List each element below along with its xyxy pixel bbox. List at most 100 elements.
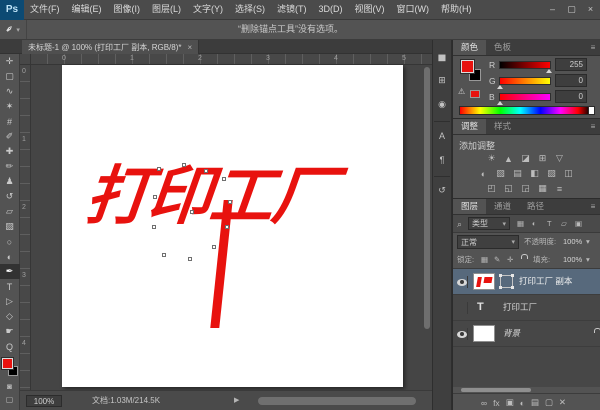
type-tool[interactable]: T xyxy=(0,279,20,294)
chevron-down-icon[interactable]: ▾ xyxy=(586,233,590,251)
filter-smart-object-icon[interactable]: ▣ xyxy=(575,215,582,233)
dodge-tool[interactable]: ◐ xyxy=(0,249,20,264)
path-anchor-point[interactable] xyxy=(228,200,232,204)
photo-filter-icon[interactable]: ◧ xyxy=(526,167,543,180)
layer-thumbnail[interactable] xyxy=(473,273,495,290)
path-anchor-point[interactable] xyxy=(153,195,157,199)
chevron-down-icon[interactable]: ▾ xyxy=(586,251,590,269)
hand-tool[interactable]: ☛ xyxy=(0,324,20,339)
menu-image[interactable]: 图像(I) xyxy=(108,0,147,19)
red-value-field[interactable]: 255 xyxy=(555,58,587,71)
tab-swatches[interactable]: 色板 xyxy=(486,40,519,55)
fill-value[interactable]: 100% xyxy=(563,251,582,269)
green-slider[interactable] xyxy=(499,77,551,85)
marquee-tool[interactable]: ▢ xyxy=(0,69,20,84)
filter-pixel-icon[interactable]: ▦ xyxy=(517,215,524,233)
blue-value-field[interactable]: 0 xyxy=(555,90,587,103)
selective-color-icon[interactable]: ≡ xyxy=(551,182,568,195)
tab-channels[interactable]: 通道 xyxy=(486,199,519,214)
menu-file[interactable]: 文件(F) xyxy=(24,0,66,19)
tab-layers[interactable]: 图层 xyxy=(453,199,486,214)
filter-kind-dropdown[interactable]: 类型 ▾ xyxy=(468,217,510,230)
tab-adjustments[interactable]: 调整 xyxy=(453,119,486,134)
layer-row-background[interactable]: 背景 xyxy=(453,321,600,347)
visibility-toggle[interactable] xyxy=(456,328,468,340)
levels-icon[interactable]: ▲ xyxy=(500,152,517,165)
foreground-color-swatch[interactable] xyxy=(461,60,474,73)
delete-layer-button[interactable]: ✕ xyxy=(559,397,566,408)
curves-icon[interactable]: ◪ xyxy=(517,152,534,165)
path-anchor-point[interactable] xyxy=(225,225,229,229)
layer-row-text[interactable]: T 打印工厂 xyxy=(453,295,600,321)
path-anchor-point[interactable] xyxy=(152,225,156,229)
eraser-tool[interactable]: ▱ xyxy=(0,204,20,219)
visibility-toggle[interactable] xyxy=(456,302,468,314)
filter-type-icon[interactable]: T xyxy=(547,215,552,233)
path-anchor-point[interactable] xyxy=(212,245,216,249)
crop-tool[interactable]: # xyxy=(0,114,20,129)
color-balance-icon[interactable]: ▧ xyxy=(492,167,509,180)
path-anchor-point[interactable] xyxy=(190,210,194,214)
panel-menu-icon[interactable]: ≡ xyxy=(585,199,600,214)
quick-selection-tool[interactable]: ✶ xyxy=(0,99,20,114)
menu-view[interactable]: 视图(V) xyxy=(349,0,391,19)
visibility-toggle[interactable] xyxy=(456,276,468,288)
minimize-button[interactable]: – xyxy=(543,0,562,19)
filter-shape-icon[interactable]: ▱ xyxy=(561,215,567,233)
blue-slider-handle[interactable] xyxy=(497,101,503,105)
red-slider-handle[interactable] xyxy=(546,69,552,73)
menu-window[interactable]: 窗口(W) xyxy=(391,0,436,19)
horizontal-scrollbar[interactable] xyxy=(258,397,416,405)
zoom-tool[interactable]: Q xyxy=(0,339,20,354)
shape-tool[interactable]: ◇ xyxy=(0,309,20,324)
path-anchor-point[interactable] xyxy=(182,163,186,167)
threshold-icon[interactable]: ◲ xyxy=(517,182,534,195)
hue-saturation-icon[interactable]: ◐ xyxy=(475,167,492,180)
menu-select[interactable]: 选择(S) xyxy=(229,0,271,19)
quick-mask-button[interactable]: ◙ xyxy=(0,380,20,393)
canvas-page[interactable]: 打印工厂 xyxy=(62,65,403,387)
menu-layer[interactable]: 图层(L) xyxy=(146,0,187,19)
path-anchor-point[interactable] xyxy=(188,257,192,261)
path-anchor-point[interactable] xyxy=(222,177,226,181)
path-anchor-point[interactable] xyxy=(157,167,161,171)
filter-adjustment-icon[interactable]: ◐ xyxy=(532,215,537,233)
gradient-tool[interactable]: ▨ xyxy=(0,219,20,234)
layer-mask-button[interactable]: ▣ xyxy=(506,397,514,408)
path-selection-tool[interactable]: ▷ xyxy=(0,294,20,309)
path-anchor-point[interactable] xyxy=(204,169,208,173)
vertical-scrollbar[interactable] xyxy=(424,67,430,329)
layer-row-copy[interactable]: 打印工厂 副本 xyxy=(453,269,600,295)
close-button[interactable]: × xyxy=(581,0,600,19)
eyedropper-tool[interactable]: ✐ xyxy=(0,129,20,144)
menu-type[interactable]: 文字(Y) xyxy=(187,0,229,19)
green-value-field[interactable]: 0 xyxy=(555,74,587,87)
lock-transparency-icon[interactable]: ▦ xyxy=(481,251,488,269)
color-spectrum-ramp[interactable] xyxy=(459,106,595,115)
panel-menu-icon[interactable]: ≡ xyxy=(585,119,600,134)
exposure-icon[interactable]: ⊞ xyxy=(534,152,551,165)
character-panel-icon[interactable]: A xyxy=(433,125,451,146)
menu-3d[interactable]: 3D(D) xyxy=(313,0,349,19)
red-slider[interactable] xyxy=(499,61,551,69)
white-chip[interactable] xyxy=(588,106,595,115)
blur-tool[interactable]: ○ xyxy=(0,234,20,249)
history-brush-tool[interactable]: ↺ xyxy=(0,189,20,204)
move-tool[interactable]: ✛ xyxy=(0,54,20,69)
tab-styles[interactable]: 样式 xyxy=(486,119,519,134)
foreground-color-swatch[interactable] xyxy=(2,358,13,369)
zoom-level-field[interactable]: 100% xyxy=(26,395,62,407)
histogram-panel-icon[interactable]: ▅ xyxy=(433,46,451,67)
layer-thumbnail[interactable] xyxy=(473,325,495,342)
navigator-panel-icon[interactable]: ⊞ xyxy=(433,70,451,91)
clone-stamp-tool[interactable]: ♟ xyxy=(0,174,20,189)
lasso-tool[interactable]: ∿ xyxy=(0,84,20,99)
green-slider-handle[interactable] xyxy=(497,85,503,89)
lock-pixels-icon[interactable]: ✎ xyxy=(494,251,500,269)
path-anchor-point[interactable] xyxy=(162,253,166,257)
brush-tool[interactable]: ✏ xyxy=(0,159,20,174)
screen-mode-button[interactable]: ▢ xyxy=(0,393,20,406)
healing-brush-tool[interactable]: ✚ xyxy=(0,144,20,159)
lock-position-icon[interactable]: ✛ xyxy=(507,251,513,269)
tab-color[interactable]: 颜色 xyxy=(453,40,486,55)
